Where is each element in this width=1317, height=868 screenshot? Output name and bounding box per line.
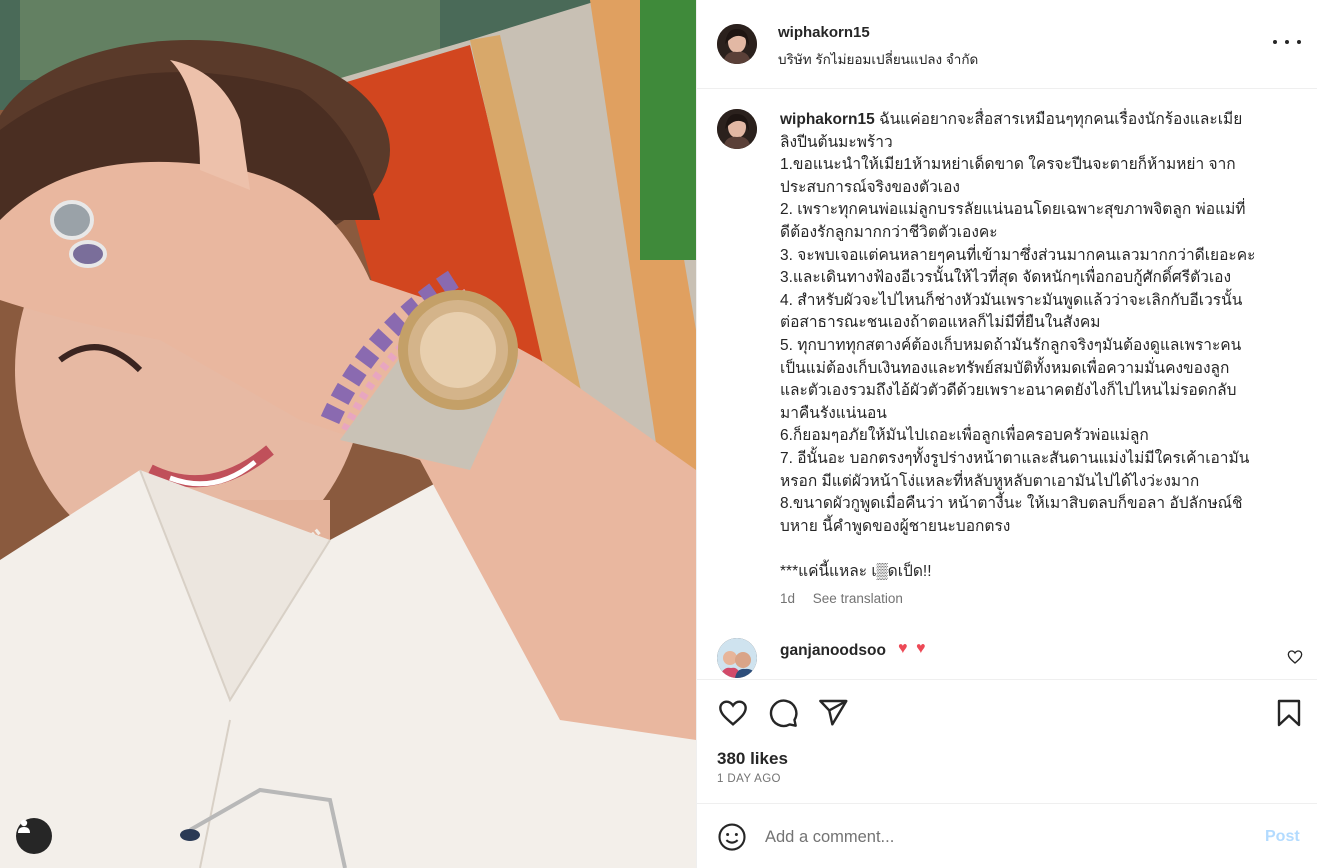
author-subtitle[interactable]: บริษัท รักไม่ยอมเปลี่ยนแปลง จำกัด <box>778 48 978 70</box>
share-icon <box>819 699 848 726</box>
caption-username[interactable]: wiphakorn15 <box>780 111 875 128</box>
like-button[interactable] <box>717 697 749 729</box>
post-actions: 380 likes 1 DAY AGO <box>697 679 1317 803</box>
caption-line: 2. เพราะทุกคนพ่อแม่ลูกบรรลัยแน่นอนโดยเฉพ… <box>780 201 1246 219</box>
caption-line: หรอก มีแต่ผัวหน้าโง่แหละที่หลับหูหลับตาเ… <box>780 472 1200 490</box>
caption-line: ดีต้องรักลูกมากกว่าชีวิตตัวเองคะ <box>780 223 998 241</box>
post-side-panel: wiphakorn15 บริษัท รักไม่ยอมเปลี่ยนแปลง … <box>696 0 1317 868</box>
see-translation-link[interactable]: See translation <box>813 591 903 606</box>
caption-line: เป็นแม่ต้องเก็บเงินทองและทรัพย์สมบัติทั้… <box>780 359 1230 377</box>
comment-username[interactable]: ganjanoodsoo <box>780 642 886 660</box>
share-button[interactable] <box>817 697 849 729</box>
comments-section: wiphakorn15 ฉันแค่อยากจะสื่อสารเหมือนๆทุ… <box>697 89 1317 679</box>
author-username[interactable]: wiphakorn15 <box>778 24 870 41</box>
caption-line: 5. ทุกบาททุกสตางค์ต้องเก็บหมดถ้ามันรักลู… <box>780 336 1242 354</box>
caption-line: ประสบการณ์จริงของตัวเอง <box>780 178 960 196</box>
caption-line: 1.ขอแนะนำให้เมีย1ห้ามหย่าเด็ดขาด ใครจะปี… <box>780 156 1236 174</box>
caption-line: ต่อสาธารณะชนเองถ้าตอแหลก็ไม่มีที่ยืนในสั… <box>780 314 1101 332</box>
photo-illustration <box>0 0 696 868</box>
comment-text: ♥ ♥ <box>898 640 928 657</box>
avatar-image <box>717 24 757 64</box>
caption-line: 4. สำหรับผัวจะไปไหนก็ช่างหัวมันเพราะมันพ… <box>780 291 1243 309</box>
emoji-button[interactable] <box>717 822 747 852</box>
avatar-image <box>717 109 757 149</box>
user-tag-icon <box>18 819 30 833</box>
save-button[interactable] <box>1273 697 1305 729</box>
avatar-image <box>717 638 757 678</box>
post-photo[interactable] <box>0 0 696 868</box>
add-comment-bar: Post <box>697 803 1317 868</box>
comment-input[interactable] <box>765 822 1245 852</box>
caption-line: 8.ขนาดผัวกูพูดเมื่อคืนว่า หน้าตางี้นะ ให… <box>780 495 1243 513</box>
post-comment-button[interactable]: Post <box>1265 828 1300 846</box>
post-date[interactable]: 1 DAY AGO <box>717 773 781 785</box>
more-icon <box>1273 40 1301 44</box>
comment-button[interactable] <box>767 697 799 729</box>
emoji-icon <box>718 823 746 851</box>
caption-line: 7. อีนั้นอะ บอกตรงๆทั้งรูปร่างหน้าตาและส… <box>780 449 1250 467</box>
post-header: wiphakorn15 บริษัท รักไม่ยอมเปลี่ยนแปลง … <box>697 0 1317 89</box>
caption-text-first: ฉันแค่อยากจะสื่อสารเหมือนๆทุกคนเรื่องนัก… <box>879 111 1243 128</box>
caption-avatar[interactable] <box>717 109 757 149</box>
author-avatar[interactable] <box>717 24 757 64</box>
caption-time[interactable]: 1d <box>780 591 795 606</box>
comment-like-button[interactable] <box>1287 649 1303 665</box>
caption-line: 3. จะพบเจอแต่คนหลายๆคนที่เข้ามาซึ่งส่วนม… <box>780 246 1256 264</box>
caption-line: 3.และเดินทางฟ้องอีเวรนั้นให้ไวที่สุด จัด… <box>780 269 1232 287</box>
caption-line: มาคืนรังแน่นอน <box>780 404 887 422</box>
caption-line: และตัวเองรวมถึงไอ้ผัวตัวดีด้วยเพราะอนาคต… <box>780 382 1237 400</box>
caption-line: ***แค่นี้แหละ เ▒ดเป็ด!! <box>780 562 932 580</box>
caption-line: บหาย นี้คำพูดของผู้ชายนะบอกตรง <box>780 517 1011 535</box>
caption-line: ลิงปีนต้นมะพร้าว <box>780 133 893 151</box>
caption-meta: 1d See translation <box>780 591 903 606</box>
more-options-button[interactable] <box>1273 32 1301 52</box>
user-tag-button[interactable] <box>16 818 52 854</box>
likes-count[interactable]: 380 likes <box>717 749 788 769</box>
heart-icon <box>719 700 747 726</box>
caption-line: 6.ก็ยอมๆอภัยให้มันไปเถอะเพื่อลูกเพื่อครอ… <box>780 427 1149 445</box>
commenter-avatar[interactable] <box>717 638 757 678</box>
post-caption: wiphakorn15 ฉันแค่อยากจะสื่อสารเหมือนๆทุ… <box>780 109 1280 583</box>
comment-icon <box>769 699 798 728</box>
bookmark-icon <box>1277 699 1301 727</box>
heart-icon <box>1287 650 1303 664</box>
